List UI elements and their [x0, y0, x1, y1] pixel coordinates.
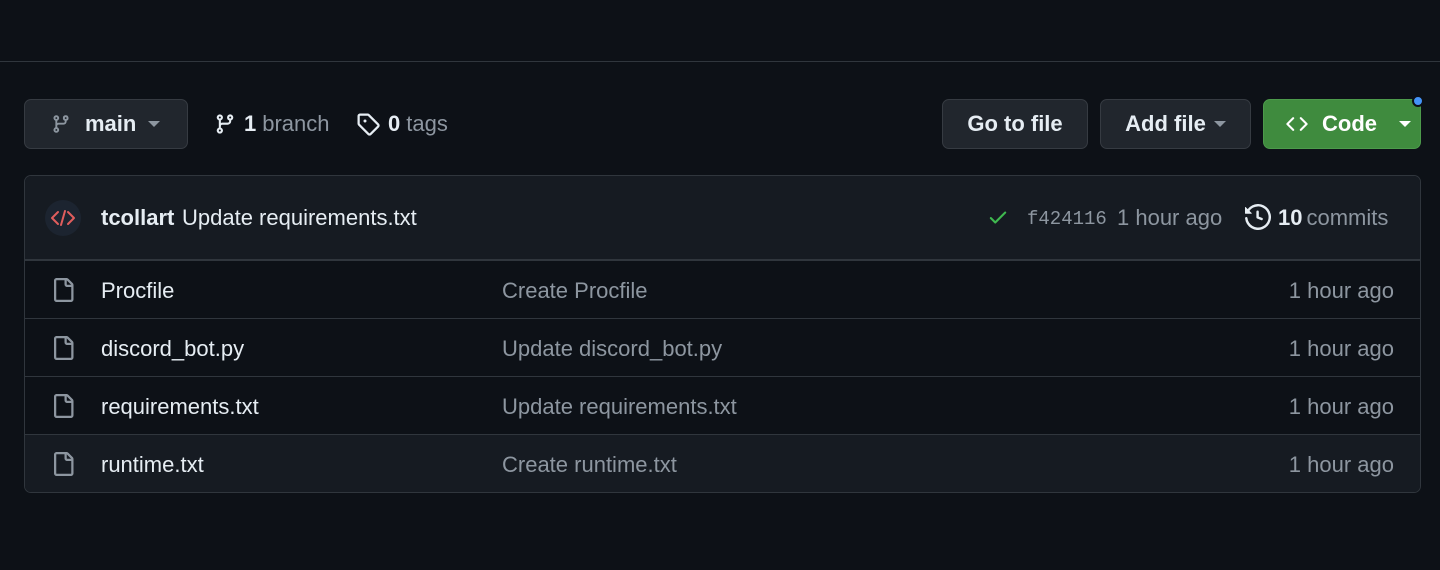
tag-count: 0	[388, 111, 401, 136]
file-name[interactable]: Procfile	[101, 278, 174, 304]
header-divider	[0, 61, 1440, 62]
branch-count: 1	[244, 111, 257, 136]
go-to-file-button[interactable]: Go to file	[942, 99, 1088, 149]
notification-dot	[1412, 95, 1424, 107]
add-file-label: Add file	[1125, 111, 1206, 136]
file-icon	[54, 278, 74, 302]
code-button[interactable]: Code	[1263, 99, 1421, 149]
tags-link[interactable]: 0 tags	[356, 99, 448, 149]
history-icon	[1245, 204, 1271, 230]
file-icon	[54, 394, 74, 418]
file-age: 1 hour ago	[1288, 452, 1394, 477]
chevron-down-icon	[1213, 121, 1226, 127]
file-browser: tcollart Update requirements.txt f424116…	[24, 175, 1421, 493]
file-icon	[54, 336, 74, 360]
file-age: 1 hour ago	[1288, 394, 1394, 419]
file-row[interactable]: runtime.txt Create runtime.txt 1 hour ag…	[25, 434, 1420, 492]
file-age: 1 hour ago	[1288, 278, 1394, 303]
commit-count: 10	[1278, 205, 1303, 230]
file-commit-message[interactable]: Create runtime.txt	[502, 452, 677, 478]
commit-author[interactable]: tcollart	[101, 205, 174, 231]
git-branch-icon	[216, 114, 234, 134]
chevron-down-icon	[1399, 121, 1411, 127]
commit-time: 1 hour ago	[1117, 205, 1223, 230]
add-file-button[interactable]: Add file	[1100, 99, 1251, 149]
check-icon[interactable]	[987, 206, 1009, 228]
repo-toolbar: main 1 branch 0 tags Go to file Add file…	[24, 99, 1421, 150]
file-row[interactable]: discord_bot.py Update discord_bot.py 1 h…	[25, 318, 1420, 376]
chevron-down-icon	[148, 121, 161, 127]
code-label: Code	[1322, 111, 1377, 136]
file-name[interactable]: runtime.txt	[101, 452, 204, 478]
file-age: 1 hour ago	[1288, 336, 1394, 361]
file-commit-message[interactable]: Update discord_bot.py	[502, 336, 722, 362]
commit-word: commits	[1306, 205, 1389, 230]
file-row[interactable]: Procfile Create Procfile 1 hour ago	[25, 260, 1420, 318]
git-branch-icon	[53, 115, 69, 133]
commit-message[interactable]: Update requirements.txt	[182, 205, 417, 231]
branch-name: main	[85, 111, 137, 136]
branch-word: branch	[262, 111, 330, 136]
file-commit-message[interactable]: Create Procfile	[502, 278, 648, 304]
code-brackets-icon	[1286, 117, 1308, 131]
file-icon	[54, 452, 74, 476]
avatar[interactable]	[45, 200, 81, 236]
tag-icon	[357, 113, 380, 136]
commits-link[interactable]: 10 commits	[1278, 205, 1388, 231]
file-row[interactable]: requirements.txt Update requirements.txt…	[25, 376, 1420, 434]
latest-commit-bar: tcollart Update requirements.txt f424116…	[25, 176, 1420, 260]
file-name[interactable]: discord_bot.py	[101, 336, 244, 362]
file-name[interactable]: requirements.txt	[101, 394, 259, 420]
code-tag-icon	[51, 210, 75, 226]
commit-sha[interactable]: f424116	[1027, 208, 1107, 230]
tag-word: tags	[406, 111, 448, 136]
file-commit-message[interactable]: Update requirements.txt	[502, 394, 737, 420]
branches-link[interactable]: 1 branch	[214, 99, 330, 149]
go-to-file-label: Go to file	[967, 111, 1063, 136]
branch-select-button[interactable]: main	[24, 99, 188, 149]
